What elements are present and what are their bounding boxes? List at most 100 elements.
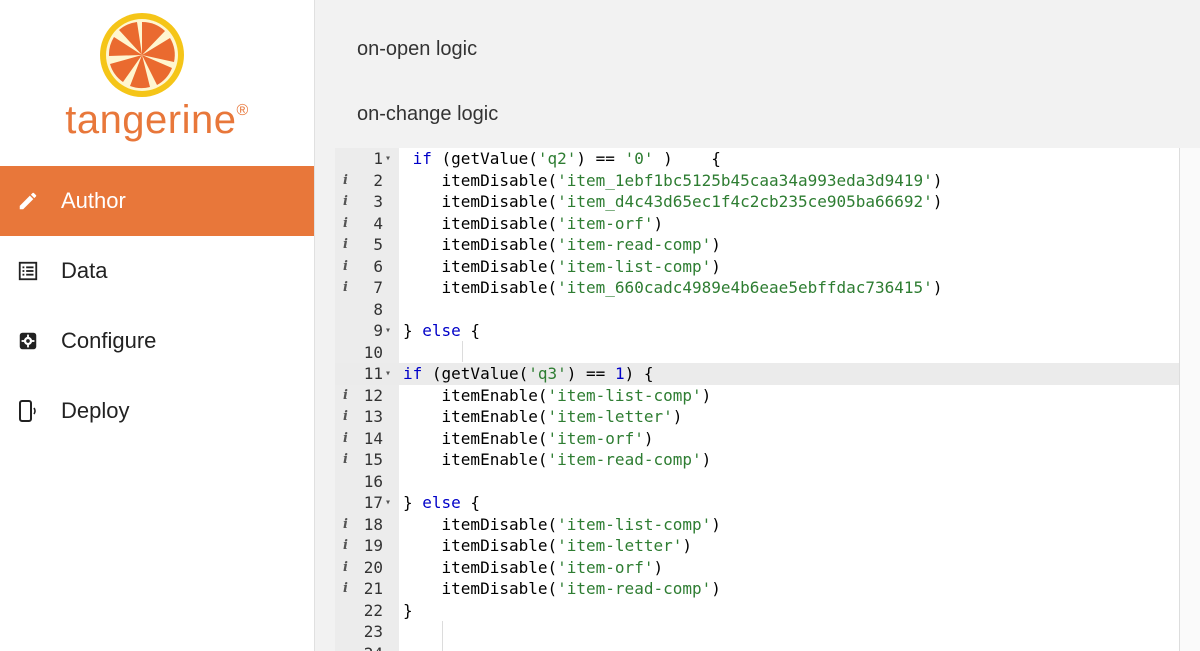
code-line[interactable]: i 20 itemDisable('item-orf') bbox=[335, 557, 1200, 579]
code-line[interactable]: i 18 itemDisable('item-list-comp') bbox=[335, 514, 1200, 536]
fold-toggle-icon[interactable]: ▾ bbox=[385, 363, 397, 385]
code-text: itemDisable('item-list-comp') bbox=[403, 256, 721, 276]
on-change-logic-title[interactable]: on-change logic bbox=[357, 103, 498, 126]
code-text: itemEnable('item-orf') bbox=[403, 428, 654, 448]
tangerine-logo-icon bbox=[100, 13, 184, 97]
info-annotation-icon[interactable]: i bbox=[343, 256, 357, 278]
line-number: 23 bbox=[363, 622, 383, 641]
line-number: 4 bbox=[373, 213, 383, 233]
code-text: } bbox=[403, 600, 413, 620]
sidebar: tangerine® Author Data Configure Deploy bbox=[0, 0, 315, 651]
line-number: 24 bbox=[357, 643, 383, 651]
code-line[interactable]: i 15 itemEnable('item-read-comp') bbox=[335, 449, 1200, 471]
side-nav: Author Data Configure Deploy bbox=[0, 166, 314, 446]
code-text: itemEnable('item-list-comp') bbox=[403, 385, 712, 405]
nav-item-data[interactable]: Data bbox=[0, 236, 314, 306]
fold-toggle-icon[interactable]: ▾ bbox=[385, 320, 397, 342]
line-number: 11 bbox=[363, 364, 383, 383]
fold-toggle-icon[interactable]: ▾ bbox=[385, 148, 397, 170]
line-number: 3 bbox=[373, 192, 383, 211]
code-line[interactable]: 17 ▾ } else { bbox=[335, 492, 1200, 514]
line-number: 21 bbox=[363, 579, 383, 598]
info-annotation-icon[interactable]: i bbox=[343, 578, 357, 600]
line-number: 7 bbox=[373, 278, 383, 297]
nav-item-label: Author bbox=[61, 188, 126, 213]
line-number: 10 bbox=[363, 342, 383, 362]
code-text: itemDisable('item-read-comp') bbox=[403, 579, 721, 598]
code-text: itemEnable('item-read-comp') bbox=[403, 450, 712, 469]
main-panel: on-open logic on-change logic 1 ▾ if (get… bbox=[315, 0, 1200, 651]
code-line[interactable]: 22} bbox=[335, 600, 1200, 622]
code-text: if (getValue('q2') == '0' ) { bbox=[412, 149, 721, 168]
code-line[interactable]: 1 ▾ if (getValue('q2') == '0' ) { bbox=[335, 148, 1200, 170]
nav-item-author[interactable]: Author bbox=[0, 166, 314, 236]
code-line[interactable]: i4 itemDisable('item-orf') bbox=[335, 213, 1200, 235]
code-text: itemDisable('item-orf') bbox=[403, 557, 664, 577]
nav-item-configure[interactable]: Configure bbox=[0, 306, 314, 376]
info-annotation-icon[interactable]: i bbox=[343, 191, 357, 213]
line-number: 14 bbox=[363, 428, 383, 448]
line-number: 20 bbox=[363, 557, 383, 577]
line-number: 18 bbox=[363, 514, 383, 534]
info-annotation-icon[interactable]: i bbox=[343, 514, 357, 536]
fold-toggle-icon[interactable]: ▾ bbox=[385, 492, 397, 514]
info-annotation-icon[interactable]: i bbox=[343, 234, 357, 256]
info-annotation-icon[interactable]: i bbox=[343, 170, 357, 192]
code-line[interactable]: i 19 itemDisable('item-letter') bbox=[335, 535, 1200, 557]
line-number: 8 bbox=[373, 299, 383, 319]
code-line[interactable]: 9 ▾} else { bbox=[335, 320, 1200, 342]
code-text: itemEnable('item-letter') bbox=[403, 407, 683, 426]
code-line[interactable]: i5 itemDisable('item-read-comp') bbox=[335, 234, 1200, 256]
pencil-icon bbox=[14, 187, 42, 215]
info-annotation-icon[interactable]: i bbox=[343, 428, 357, 450]
line-number: 19 bbox=[363, 536, 383, 555]
on-open-logic-title[interactable]: on-open logic bbox=[357, 38, 477, 61]
line-number: 1 bbox=[373, 149, 383, 168]
nav-item-label: Deploy bbox=[61, 398, 130, 423]
code-text: itemDisable('item_d4c43d65ec1f4c2cb235ce… bbox=[403, 192, 943, 211]
line-number: 12 bbox=[363, 385, 383, 405]
code-text: itemDisable('item-list-comp') bbox=[403, 514, 721, 534]
code-text: itemDisable('item_660cadc4989e4b6eae5ebf… bbox=[403, 278, 943, 297]
line-number: 6 bbox=[373, 256, 383, 276]
editor-scrollbar[interactable] bbox=[1179, 148, 1200, 651]
code-text: if (getValue('q3') == 1) { bbox=[403, 364, 654, 383]
nav-item-deploy[interactable]: Deploy bbox=[0, 376, 314, 446]
nav-item-label: Data bbox=[61, 258, 108, 283]
info-annotation-icon[interactable]: i bbox=[343, 213, 357, 235]
code-line[interactable]: i7 itemDisable('item_660cadc4989e4b6eae5… bbox=[335, 277, 1200, 299]
code-text: itemDisable('item-read-comp') bbox=[403, 235, 721, 254]
info-annotation-icon[interactable]: i bbox=[343, 385, 357, 407]
code-line[interactable]: i6 itemDisable('item-list-comp') bbox=[335, 256, 1200, 278]
line-number: 22 bbox=[363, 600, 383, 620]
code-line[interactable]: i3 itemDisable('item_d4c43d65ec1f4c2cb23… bbox=[335, 191, 1200, 213]
code-text: } else { bbox=[403, 493, 481, 512]
list-icon bbox=[14, 257, 42, 285]
info-annotation-icon[interactable]: i bbox=[343, 406, 357, 428]
info-annotation-icon[interactable]: i bbox=[343, 449, 357, 471]
code-line[interactable]: 8 bbox=[335, 299, 1200, 321]
line-number: 17 bbox=[363, 493, 383, 512]
code-editor[interactable]: 1 ▾ if (getValue('q2') == '0' ) {i 2 itemD… bbox=[335, 148, 1200, 651]
code-line[interactable]: i2 itemDisable('item_1ebf1bc5125b45caa34… bbox=[335, 170, 1200, 192]
code-line[interactable]: 10 bbox=[335, 342, 1200, 364]
code-text: itemDisable('item-orf') bbox=[403, 213, 664, 233]
code-line[interactable]: i 14 itemEnable('item-orf') bbox=[335, 428, 1200, 450]
code-line[interactable]: 11 ▾ if (getValue('q3') == 1) { bbox=[335, 363, 1200, 385]
brand-wordmark: tangerine® bbox=[65, 98, 249, 142]
device-icon bbox=[14, 397, 42, 425]
info-annotation-icon[interactable]: i bbox=[343, 277, 357, 299]
code-line[interactable]: i 13 itemEnable('item-letter') bbox=[335, 406, 1200, 428]
code-line[interactable]: 24 bbox=[335, 643, 1200, 651]
logo: tangerine® bbox=[0, 0, 314, 166]
code-line[interactable]: i 12 itemEnable('item-list-comp') bbox=[335, 385, 1200, 407]
code-line[interactable]: i 21 itemDisable('item-read-comp') bbox=[335, 578, 1200, 600]
line-number: 13 bbox=[363, 407, 383, 426]
code-text: itemDisable('item_1ebf1bc5125b45caa34a99… bbox=[403, 170, 943, 190]
code-line[interactable]: 16 bbox=[335, 471, 1200, 493]
info-annotation-icon[interactable]: i bbox=[343, 557, 357, 579]
line-number: 16 bbox=[363, 471, 383, 491]
nav-item-label: Configure bbox=[61, 328, 157, 353]
code-line[interactable]: 23 bbox=[335, 621, 1200, 643]
info-annotation-icon[interactable]: i bbox=[343, 535, 357, 557]
